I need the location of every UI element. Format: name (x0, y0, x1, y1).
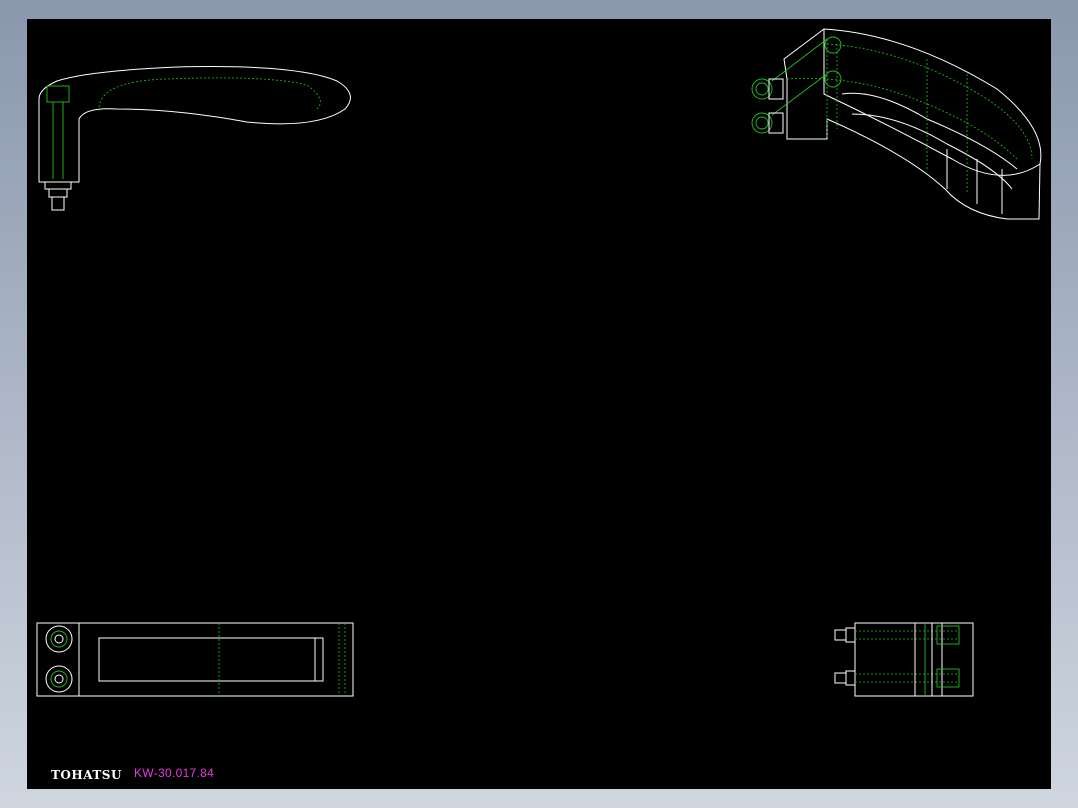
drawing-views (36, 28, 1042, 697)
isometric-view (751, 28, 1042, 220)
side-view (38, 66, 351, 211)
top-view (36, 622, 354, 697)
drawing-number: KW-30.017.84 (134, 766, 215, 780)
cad-drawing-canvas[interactable]: TOHATSU KW-30.017.84 (27, 19, 1051, 789)
front-view (834, 622, 974, 697)
manufacturer-logo: TOHATSU (51, 768, 122, 782)
